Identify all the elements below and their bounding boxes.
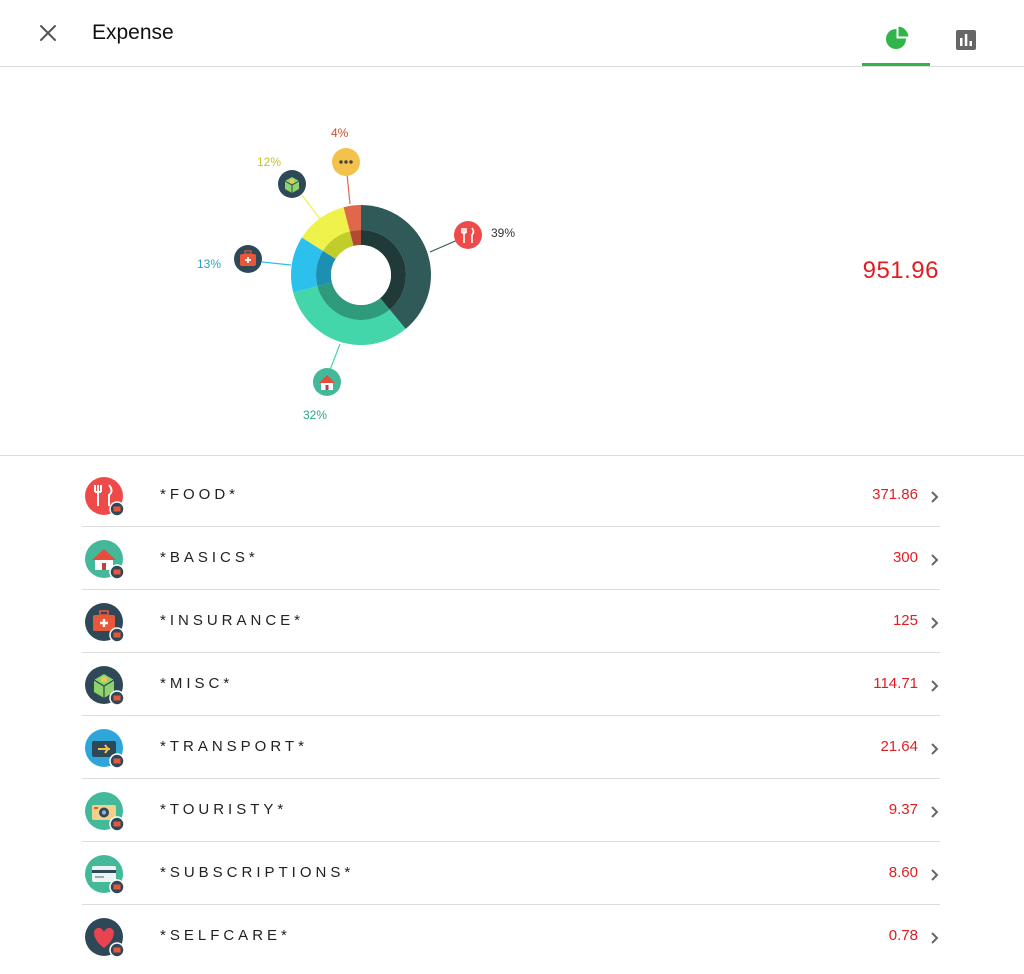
callout-line-insurance [261, 261, 292, 266]
category-value: 21.64 [880, 738, 918, 755]
chevron-right-icon [931, 869, 939, 881]
category-name: *TRANSPORT* [160, 738, 308, 755]
category-row-misc[interactable]: *MISC* 114.71 [82, 653, 940, 716]
category-name: *INSURANCE* [160, 612, 305, 629]
category-name: *SUBSCRIPTIONS* [160, 864, 355, 881]
chevron-right-icon [931, 617, 939, 629]
other-icon[interactable] [332, 148, 360, 176]
category-value: 371.86 [872, 486, 918, 503]
category-row-insurance[interactable]: *INSURANCE* 125 [82, 590, 940, 653]
pie-chart-icon [886, 24, 911, 49]
transport-icon [85, 729, 124, 768]
chevron-right-icon [931, 554, 939, 566]
bar-chart-icon [956, 30, 976, 50]
chevron-right-icon [931, 932, 939, 944]
category-value: 125 [892, 612, 918, 629]
category-value: 8.60 [888, 864, 918, 881]
category-value: 9.37 [888, 801, 918, 818]
callout-line-other [346, 173, 351, 205]
callout-line-basics [329, 343, 341, 371]
category-row-food[interactable]: *FOOD* 371.86 [82, 464, 940, 527]
touristy-icon [85, 792, 124, 831]
slice-label-other: 4% [331, 126, 349, 140]
misc-icon[interactable] [278, 170, 306, 198]
donut-chart: 39% 32% 13% 12% 4% [197, 126, 515, 422]
page-title: Expense [92, 21, 174, 44]
close-button[interactable] [36, 21, 60, 45]
chevron-right-icon [931, 491, 939, 503]
callout-line-misc [301, 194, 321, 220]
category-value: 0.78 [888, 927, 918, 944]
basics-icon[interactable] [313, 368, 341, 396]
subscriptions-icon [85, 855, 124, 894]
slice-label-misc: 12% [257, 155, 281, 169]
category-name: *FOOD* [160, 486, 240, 503]
category-name: *BASICS* [160, 549, 259, 566]
pie-chart-tab[interactable] [862, 14, 930, 66]
category-row-basics[interactable]: *BASICS* 300 [82, 527, 940, 590]
food-icon [85, 477, 124, 516]
misc-icon [85, 666, 124, 705]
basics-icon [85, 540, 124, 579]
total-amount: 951.96 [862, 257, 939, 284]
chevron-right-icon [931, 680, 939, 692]
category-name: *SELFCARE* [160, 927, 291, 944]
category-row-transport[interactable]: *TRANSPORT* 21.64 [82, 716, 940, 779]
close-icon [40, 25, 56, 41]
category-row-touristy[interactable]: *TOURISTY* 9.37 [82, 779, 940, 842]
insurance-icon[interactable] [234, 245, 262, 273]
food-icon[interactable] [454, 221, 482, 249]
selfcare-icon [85, 918, 124, 957]
category-row-selfcare[interactable]: *SELFCARE* 0.78 [82, 905, 940, 967]
category-name: *TOURISTY* [160, 801, 288, 818]
category-row-subscriptions[interactable]: *SUBSCRIPTIONS* 8.60 [82, 842, 940, 905]
category-name: *MISC* [160, 675, 234, 692]
category-list: *FOOD* 371.86 *BASICS* 300 *INSURANCE* 1… [82, 464, 940, 967]
category-value: 300 [892, 549, 918, 566]
top-app-bar: Expense [0, 0, 1024, 67]
slice-label-insurance: 13% [197, 257, 221, 271]
chart-panel: 39% 32% 13% 12% 4% 951.96 [0, 67, 1024, 456]
active-tab-indicator [862, 63, 930, 66]
slice-label-basics: 32% [303, 408, 327, 422]
chevron-right-icon [931, 743, 939, 755]
bar-chart-tab[interactable] [944, 18, 988, 62]
donut-hole [331, 245, 391, 305]
category-value: 114.71 [873, 675, 918, 692]
slice-label-food: 39% [491, 226, 515, 240]
insurance-icon [85, 603, 124, 642]
chevron-right-icon [931, 806, 939, 818]
